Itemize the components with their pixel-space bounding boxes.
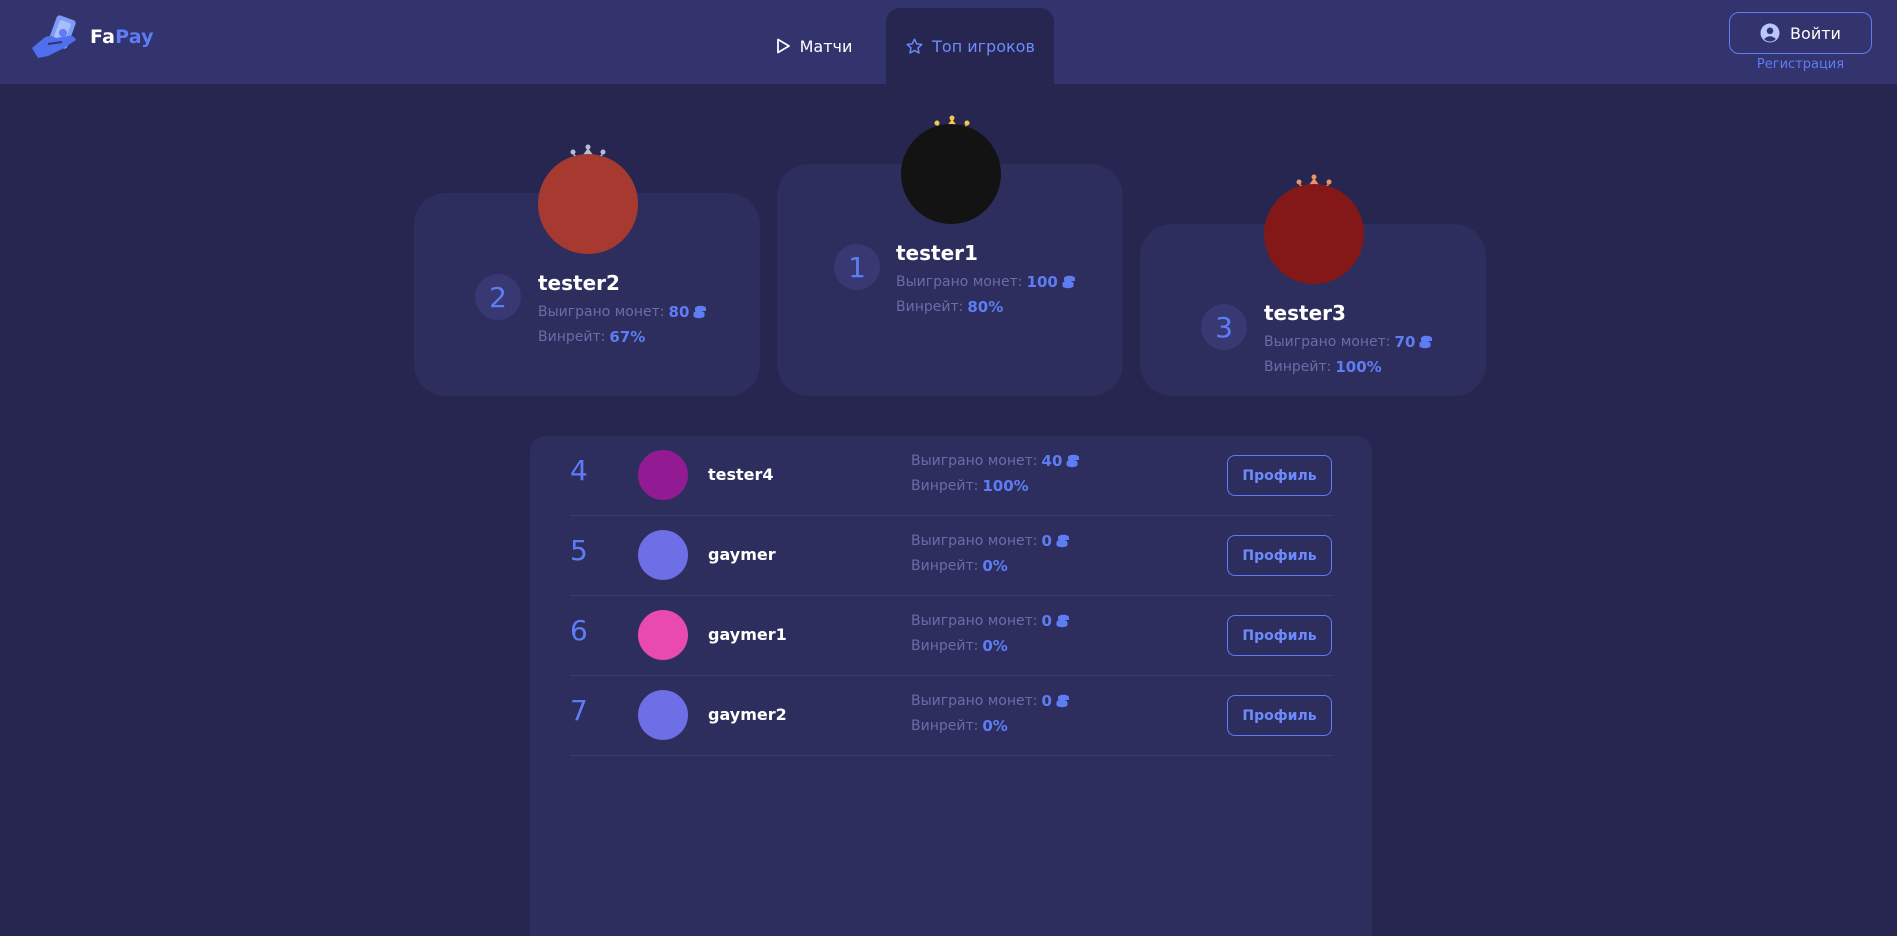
- winrate-stat: Винрейт: 0%: [911, 637, 1008, 655]
- winrate-stat: Винрейт: 0%: [911, 717, 1008, 735]
- star-icon: [906, 38, 923, 54]
- rank-badge: 3: [1201, 304, 1247, 350]
- player-name[interactable]: gaymer1: [708, 625, 787, 644]
- rank-number: 6: [570, 614, 588, 647]
- avatar[interactable]: [638, 610, 688, 660]
- tab-matches[interactable]: Матчи: [740, 8, 886, 84]
- coins-value: 0: [1041, 692, 1052, 710]
- rank-number: 4: [570, 454, 588, 487]
- player-name[interactable]: gaymer: [708, 545, 776, 564]
- profile-button[interactable]: Профиль: [1227, 615, 1332, 656]
- coins-label: Выиграно монет:: [911, 453, 1038, 469]
- login-label: Войти: [1790, 23, 1841, 43]
- profile-button[interactable]: Профиль: [1227, 535, 1332, 576]
- avatar[interactable]: [538, 154, 638, 254]
- coins-stat: Выиграно монет: 70: [1264, 333, 1433, 351]
- coins-value: 0: [1041, 532, 1052, 550]
- coins-stat: Выиграно монет: 0: [911, 692, 1070, 710]
- winrate-value: 0%: [982, 637, 1008, 655]
- rank-badge: 2: [475, 274, 521, 320]
- coins-label: Выиграно монет:: [1264, 334, 1391, 350]
- winrate-label: Винрейт:: [896, 299, 964, 315]
- rank-number: 5: [570, 534, 588, 567]
- rank-number: 7: [570, 694, 588, 727]
- rank-badge: 1: [834, 244, 880, 290]
- player-name[interactable]: tester1: [896, 241, 978, 265]
- play-icon: [776, 38, 790, 54]
- winrate-value: 0%: [982, 557, 1008, 575]
- avatar[interactable]: [901, 124, 1001, 224]
- coins-value: 100: [1026, 273, 1058, 291]
- coins-icon: [1062, 275, 1075, 289]
- coins-stat: Выиграно монет: 0: [911, 612, 1070, 630]
- logo[interactable]: FaPay: [30, 14, 154, 60]
- list-item: 4 tester4 Выиграно монет: 40 Винрейт: 10…: [570, 436, 1332, 516]
- player-name[interactable]: tester4: [708, 465, 774, 484]
- main-nav: Матчи Топ игроков: [740, 8, 1054, 84]
- coins-icon: [1066, 454, 1080, 468]
- winrate-label: Винрейт:: [911, 558, 979, 574]
- winrate-value: 100%: [1335, 358, 1382, 376]
- coins-icon: [1419, 335, 1433, 349]
- coins-label: Выиграно монет:: [538, 304, 665, 320]
- list-item: 5 gaymer Выиграно монет: 0 Винрейт: 0% П…: [570, 516, 1332, 596]
- profile-button[interactable]: Профиль: [1227, 455, 1332, 496]
- login-button[interactable]: Войти: [1729, 12, 1872, 54]
- winrate-stat: Винрейт: 100%: [911, 477, 1029, 495]
- list-item: 6 gaymer1 Выиграно монет: 0 Винрейт: 0% …: [570, 596, 1332, 676]
- avatar[interactable]: [638, 450, 688, 500]
- coins-value: 0: [1041, 612, 1052, 630]
- coins-value: 80: [668, 303, 690, 321]
- winrate-label: Винрейт:: [911, 478, 979, 494]
- coins-stat: Выиграно монет: 100: [896, 273, 1076, 291]
- tab-matches-label: Матчи: [799, 36, 853, 56]
- profile-button[interactable]: Профиль: [1227, 695, 1332, 736]
- winrate-stat: Винрейт: 100%: [1264, 358, 1382, 376]
- winrate-label: Винрейт:: [911, 638, 979, 654]
- winrate-value: 80%: [967, 298, 1004, 316]
- coins-icon: [693, 305, 707, 319]
- winrate-stat: Винрейт: 67%: [538, 328, 645, 346]
- coins-icon: [1056, 694, 1069, 708]
- player-name[interactable]: tester3: [1264, 301, 1346, 325]
- coins-label: Выиграно монет:: [911, 613, 1038, 629]
- winrate-stat: Винрейт: 0%: [911, 557, 1008, 575]
- player-name[interactable]: tester2: [538, 271, 620, 295]
- register-link[interactable]: Регистрация: [1729, 57, 1872, 72]
- coins-icon: [1056, 614, 1069, 628]
- winrate-value: 67%: [609, 328, 646, 346]
- logo-text: FaPay: [90, 26, 154, 48]
- winrate-value: 100%: [982, 477, 1029, 495]
- logo-icon: [30, 14, 86, 60]
- avatar[interactable]: [638, 690, 688, 740]
- coins-label: Выиграно монет:: [911, 693, 1038, 709]
- winrate-value: 0%: [982, 717, 1008, 735]
- top-header: FaPay Матчи Топ игроков Войти Регистраци…: [0, 0, 1897, 84]
- coins-value: 70: [1394, 333, 1416, 351]
- winrate-stat: Винрейт: 80%: [896, 298, 1003, 316]
- player-name[interactable]: gaymer2: [708, 705, 787, 724]
- coins-stat: Выиграно монет: 80: [538, 303, 707, 321]
- winrate-label: Винрейт:: [1264, 359, 1332, 375]
- winrate-label: Винрейт:: [911, 718, 979, 734]
- avatar[interactable]: [1264, 184, 1364, 284]
- user-circle-icon: [1760, 23, 1780, 43]
- coins-label: Выиграно монет:: [911, 533, 1038, 549]
- tab-top-players[interactable]: Топ игроков: [886, 8, 1054, 84]
- coins-stat: Выиграно монет: 0: [911, 532, 1070, 550]
- avatar[interactable]: [638, 530, 688, 580]
- winrate-label: Винрейт:: [538, 329, 606, 345]
- list-item: 7 gaymer2 Выиграно монет: 0 Винрейт: 0% …: [570, 676, 1332, 756]
- coins-icon: [1056, 534, 1069, 548]
- coins-value: 40: [1041, 452, 1063, 470]
- tab-top-players-label: Топ игроков: [932, 36, 1035, 56]
- coins-label: Выиграно монет:: [896, 274, 1023, 290]
- coins-stat: Выиграно монет: 40: [911, 452, 1080, 470]
